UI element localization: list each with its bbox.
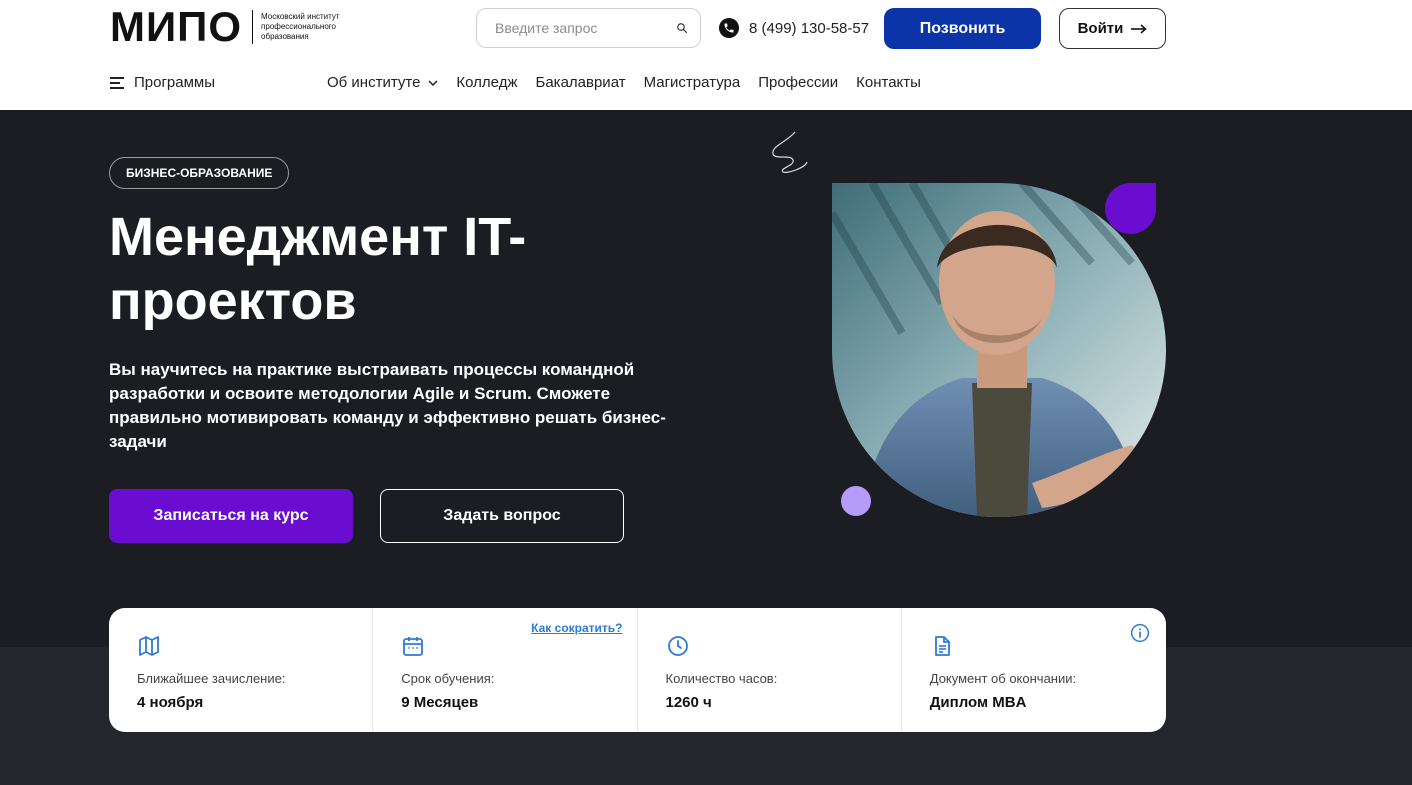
man-portrait-image bbox=[832, 183, 1166, 517]
info-label: Ближайшее зачисление: bbox=[137, 671, 286, 686]
hero-section: БИЗНЕС-ОБРАЗОВАНИЕ Менеджмент IT-проекто… bbox=[0, 110, 1412, 647]
category-badge: БИЗНЕС-ОБРАЗОВАНИЕ bbox=[109, 157, 290, 189]
nav-item-label: Контакты bbox=[856, 74, 921, 91]
nav-item-about[interactable]: Об институте bbox=[327, 74, 438, 91]
search-input[interactable] bbox=[495, 20, 676, 36]
nav-item-label: Профессии bbox=[758, 74, 839, 91]
nav-item-contacts[interactable]: Контакты bbox=[856, 74, 921, 91]
info-value: Диплом MBA bbox=[929, 694, 1027, 711]
nav-links: Об институте Колледж Бакалавриат Магистр… bbox=[327, 74, 921, 91]
course-info-card: Ближайшее зачисление: 4 ноября Как сокра… bbox=[109, 608, 1166, 732]
info-cell-hours: Количество часов: 1260 ч bbox=[638, 608, 902, 732]
hero-description: Вы научитесь на практике выстраивать про… bbox=[109, 360, 666, 451]
phone-icon bbox=[719, 18, 739, 38]
how-to-shorten-link[interactable]: Как сократить? bbox=[531, 621, 622, 635]
nav-item-master[interactable]: Магистратура bbox=[644, 74, 741, 91]
hero-photo bbox=[832, 183, 1166, 517]
main-nav: Программы Об институте Колледж Бакалаври… bbox=[0, 70, 1412, 98]
ask-question-button[interactable]: Задать вопрос bbox=[380, 489, 624, 543]
nav-item-bachelor[interactable]: Бакалавриат bbox=[535, 74, 625, 91]
login-label: Войти bbox=[1077, 20, 1124, 37]
search-box[interactable] bbox=[476, 8, 701, 48]
map-icon bbox=[139, 636, 159, 656]
logo-mark: МИПО bbox=[110, 3, 243, 50]
info-cell-duration: Как сократить? Срок обучения: 9 Месяцев bbox=[373, 608, 638, 732]
logo[interactable]: МИПО Московский институт профессионально… bbox=[110, 6, 361, 48]
enroll-button[interactable]: Записаться на курс bbox=[109, 489, 353, 543]
purple-blob-decoration bbox=[1105, 183, 1156, 234]
lilac-dot-decoration bbox=[841, 486, 871, 516]
info-cell-document: Документ об окончании: Диплом MBA bbox=[902, 608, 1166, 732]
info-cell-enrollment: Ближайшее зачисление: 4 ноября bbox=[109, 608, 374, 732]
info-value: 1260 ч bbox=[665, 694, 712, 711]
clock-icon bbox=[667, 636, 688, 656]
phone-number: 8 (499) 130-58-57 bbox=[749, 19, 870, 37]
site-header: МИПО Московский институт профессионально… bbox=[0, 0, 1412, 110]
info-label: Срок обучения: bbox=[401, 671, 495, 686]
info-value: 4 ноября bbox=[137, 694, 204, 711]
arrow-right-icon bbox=[1131, 23, 1148, 34]
menu-icon bbox=[110, 77, 124, 89]
search-icon[interactable] bbox=[676, 19, 688, 37]
login-button[interactable]: Войти bbox=[1059, 8, 1166, 49]
call-button[interactable]: Позвонить bbox=[884, 8, 1041, 49]
info-value: 9 Месяцев bbox=[401, 694, 479, 711]
nav-item-label: Бакалавриат bbox=[535, 74, 626, 91]
chevron-down-icon bbox=[428, 79, 438, 86]
nav-item-label: Об институте bbox=[327, 74, 421, 91]
nav-item-label: Колледж bbox=[456, 74, 518, 91]
programs-label: Программы bbox=[134, 74, 216, 91]
document-icon bbox=[934, 636, 950, 656]
calendar-icon bbox=[403, 637, 424, 656]
info-label: Количество часов: bbox=[665, 671, 778, 686]
logo-subtitle: Московский институт профессионального об… bbox=[261, 12, 340, 41]
scribble-decoration bbox=[772, 131, 808, 173]
logo-divider bbox=[252, 10, 254, 44]
programs-menu-button[interactable]: Программы bbox=[110, 74, 215, 91]
nav-item-professions[interactable]: Профессии bbox=[758, 74, 838, 91]
nav-item-college[interactable]: Колледж bbox=[456, 74, 517, 91]
info-icon[interactable] bbox=[1130, 623, 1150, 643]
page-title: Менеджмент IT-проектов bbox=[109, 207, 527, 331]
nav-item-label: Магистратура bbox=[643, 74, 741, 91]
phone-link[interactable]: 8 (499) 130-58-57 bbox=[719, 18, 869, 38]
info-label: Документ об окончании: bbox=[929, 671, 1077, 686]
